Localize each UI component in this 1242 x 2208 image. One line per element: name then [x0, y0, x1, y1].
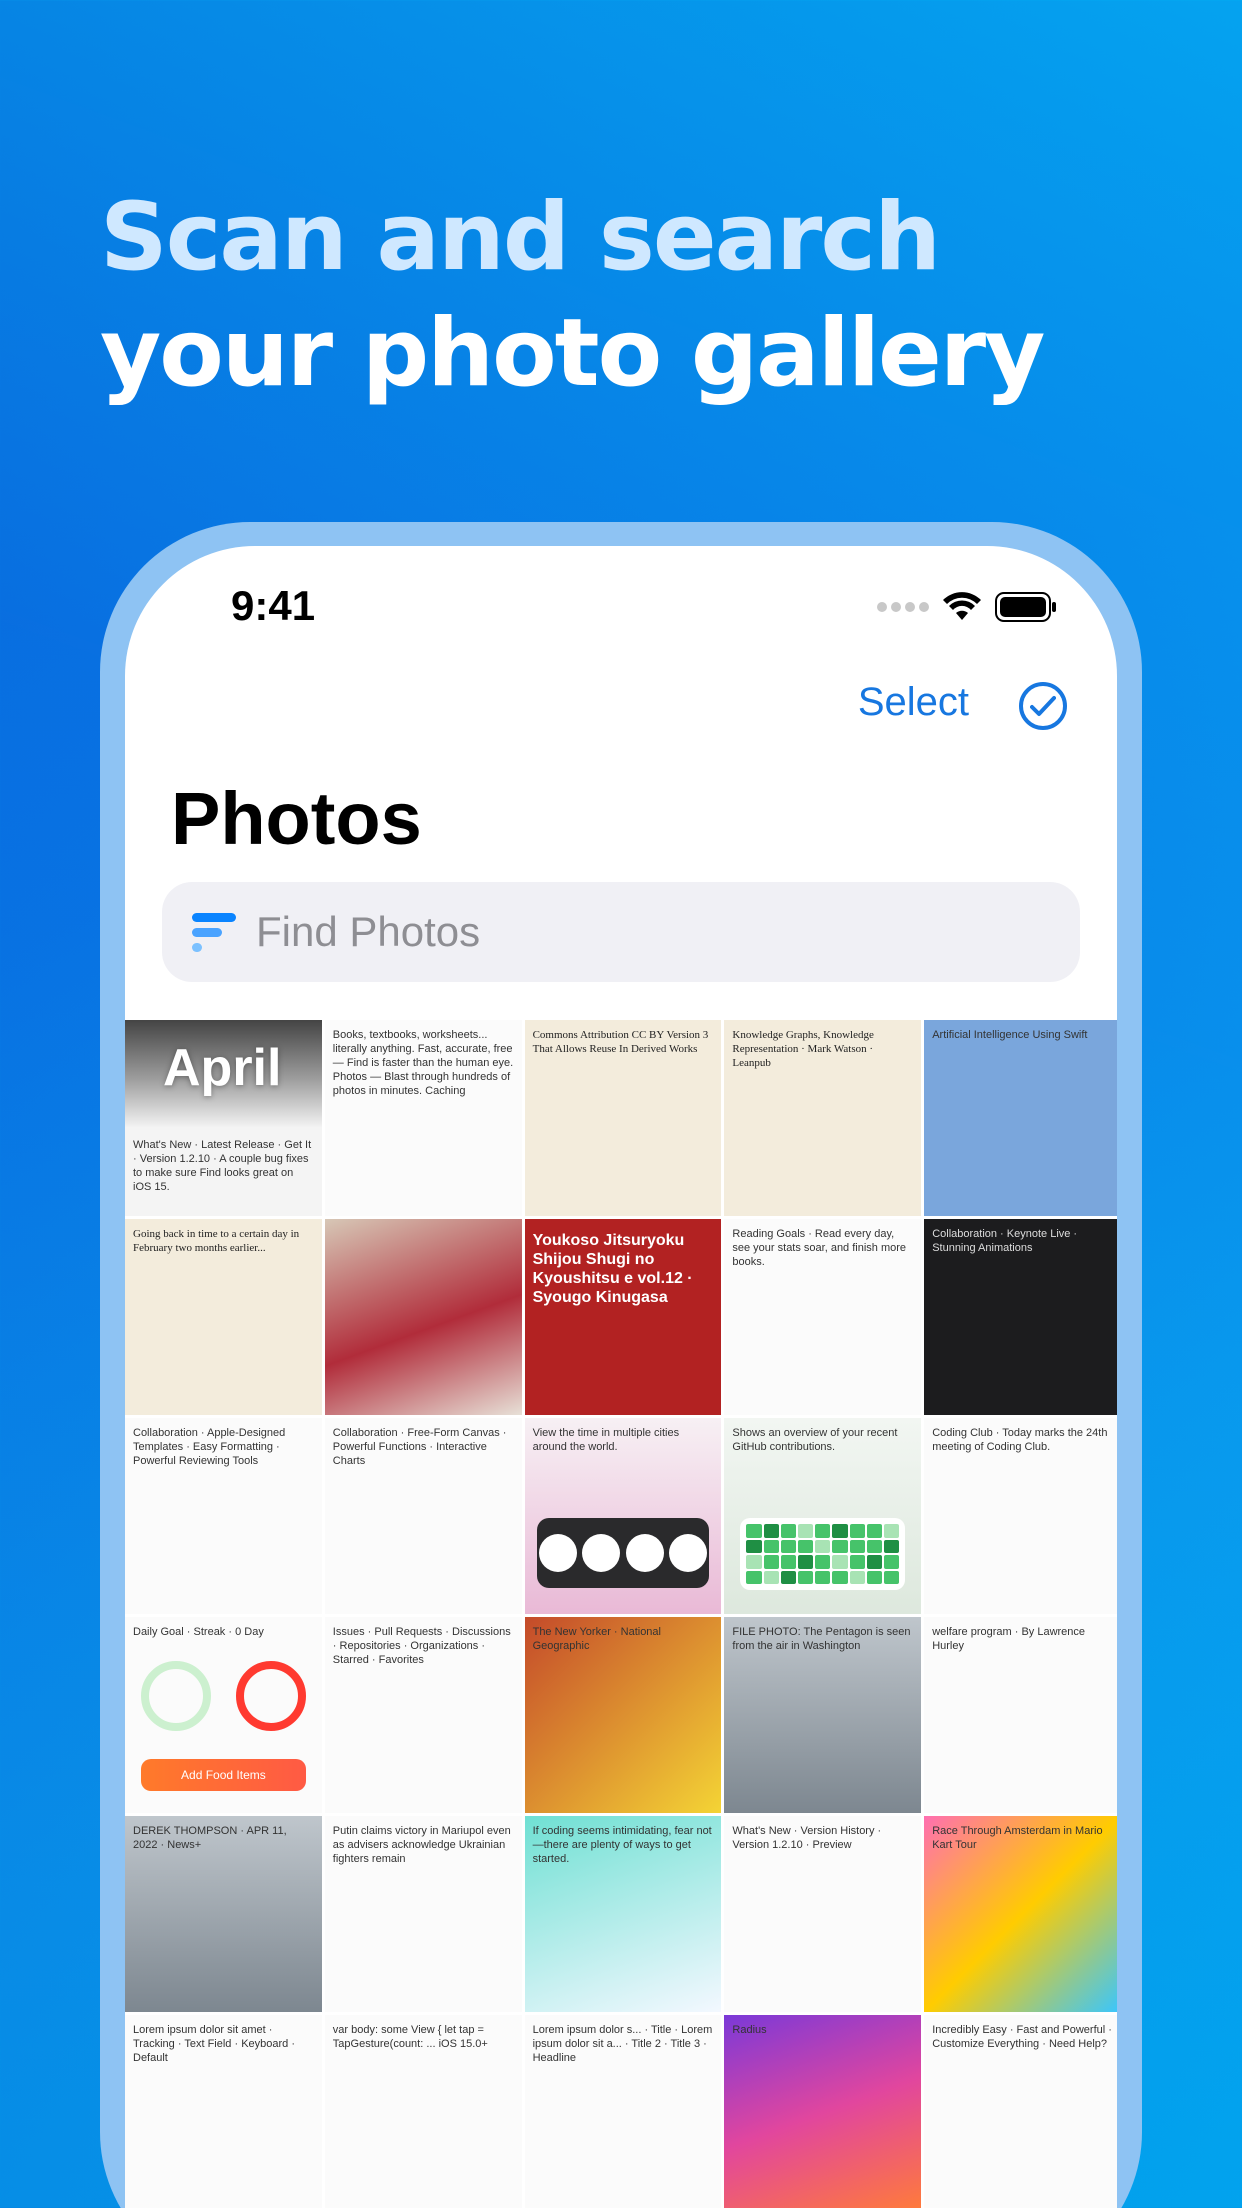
streak-ring	[235, 1661, 306, 1731]
pages-features-tile[interactable]: Collaboration · Apple-Designed Templates…	[125, 1418, 322, 1614]
tile-caption: Issues · Pull Requests · Discussions · R…	[332, 1626, 511, 1666]
welfare-article-tile[interactable]: welfare program · By Lawrence Hurley	[924, 1617, 1117, 1813]
cellular-signal-icon	[877, 602, 929, 612]
tile-caption: Lorem ipsum dolor sit amet · Tracking · …	[133, 2024, 296, 2064]
mario-kart-tile[interactable]: Race Through Amsterdam in Mario Kart Tou…	[924, 1816, 1117, 2012]
tile-caption: What's New · Version History · Version 1…	[732, 1825, 882, 1851]
novel-page-tile[interactable]: Going back in time to a certain day in F…	[125, 1219, 322, 1415]
license-page-tile[interactable]: Commons Attribution CC BY Version 3 That…	[524, 1020, 722, 1216]
daily-goal-ring	[141, 1661, 211, 1731]
keynote-features-tile[interactable]: Collaboration · Keynote Live · Stunning …	[924, 1219, 1117, 1415]
tile-caption: What's New · Latest Release · Get It · V…	[133, 1139, 312, 1193]
list-lorem-tile[interactable]: Lorem ipsum dolor s... · Title · Lorem i…	[524, 2015, 722, 2208]
messages-tile[interactable]: Coding Club · Today marks the 24th meeti…	[924, 1418, 1117, 1614]
apple-news-tile[interactable]: DEREK THOMPSON · APR 11, 2022 · News+	[125, 1816, 322, 2012]
tile-caption: Commons Attribution CC BY Version 3 That…	[532, 1029, 709, 1055]
tile-caption: Youkoso Jitsuryoku Shijou Shugi no Kyous…	[532, 1232, 693, 1306]
add-food-items-button: Add Food Items	[141, 1759, 306, 1791]
tile-caption: Collaboration · Keynote Live · Stunning …	[932, 1228, 1078, 1254]
checkmark-circle-icon[interactable]	[1019, 682, 1067, 730]
tile-caption: Putin claims victory in Mariupol even as…	[332, 1825, 511, 1865]
tile-caption: Collaboration · Free-Form Canvas · Power…	[332, 1427, 507, 1467]
status-time: 9:41	[231, 582, 316, 629]
headline: Scan and search your photo gallery	[100, 180, 1045, 412]
tile-caption: Knowledge Graphs, Knowledge Representati…	[732, 1029, 874, 1069]
tile-caption: FILE PHOTO: The Pentagon is seen from th…	[732, 1626, 911, 1652]
tile-caption: If coding seems intimidating, fear not—t…	[532, 1825, 712, 1865]
headline-line-1: Scan and search	[100, 183, 941, 292]
magazines-tile[interactable]: The New Yorker · National Geographic	[524, 1617, 722, 1813]
news-photo-tile[interactable]: FILE PHOTO: The Pentagon is seen from th…	[724, 1617, 922, 1813]
whats-new-tile[interactable]: April What's New · Latest Release · Get I…	[125, 1020, 322, 1216]
month-section-label: April	[163, 1039, 282, 1097]
search-field[interactable]: Find Photos	[162, 882, 1080, 982]
page-title: Photos	[171, 777, 422, 860]
settings-tracking-tile[interactable]: Lorem ipsum dolor sit amet · Tracking · …	[125, 2015, 322, 2208]
wallpaper-tile[interactable]: Radius	[724, 2015, 922, 2208]
anime-cover-tile[interactable]	[324, 1219, 522, 1415]
select-button[interactable]: Select	[858, 680, 969, 725]
wapo-article-tile[interactable]: Putin claims victory in Mariupol even as…	[324, 1816, 522, 2012]
tile-caption: Incredibly Easy · Fast and Powerful · Cu…	[932, 2024, 1112, 2050]
reading-goals-tile[interactable]: Reading Goals · Read every day, see your…	[724, 1219, 922, 1415]
tile-caption: Books, textbooks, worksheets... literall…	[332, 1029, 514, 1097]
contribution-grid	[740, 1518, 906, 1590]
tile-caption: DEREK THOMPSON · APR 11, 2022 · News+	[133, 1825, 287, 1851]
tile-caption: Daily Goal · Streak · 0 Day	[133, 1626, 264, 1638]
tile-caption: Coding Club · Today marks the 24th meeti…	[932, 1427, 1108, 1453]
github-menu-tile[interactable]: Issues · Pull Requests · Discussions · R…	[324, 1617, 522, 1813]
swift-code-tile[interactable]: var body: some View { let tap = TapGestu…	[324, 2015, 522, 2208]
tile-caption: Lorem ipsum dolor s... · Title · Lorem i…	[532, 2024, 713, 2064]
popovers-tile[interactable]: Incredibly Easy · Fast and Powerful · Cu…	[924, 2015, 1117, 2208]
battery-icon	[995, 592, 1057, 622]
headline-line-2: your photo gallery	[100, 299, 1045, 408]
phone-screen: 9:41 Select Photos Find Photos April Wha…	[125, 546, 1117, 2208]
book-cover-ai-tile[interactable]: Artificial Intelligence Using Swift	[924, 1020, 1117, 1216]
tile-caption: View the time in multiple cities around …	[532, 1427, 680, 1453]
book-title-page-tile[interactable]: Knowledge Graphs, Knowledge Representati…	[724, 1020, 922, 1216]
tile-caption: Shows an overview of your recent GitHub …	[732, 1427, 898, 1453]
tile-caption: var body: some View { let tap = TapGestu…	[332, 2024, 488, 2050]
robots-article-tile[interactable]: If coding seems intimidating, fear not—t…	[524, 1816, 722, 2012]
status-icons	[877, 592, 1057, 622]
github-widget-tile[interactable]: Shows an overview of your recent GitHub …	[724, 1418, 922, 1614]
tile-caption: Radius	[732, 2024, 767, 2036]
daily-goal-tile[interactable]: Add Food Items Daily Goal · Streak · 0 Da…	[125, 1617, 322, 1813]
numbers-features-tile[interactable]: Collaboration · Free-Form Canvas · Power…	[324, 1418, 522, 1614]
photo-grid: April What's New · Latest Release · Get I…	[125, 1020, 1117, 2208]
tile-caption: Reading Goals · Read every day, see your…	[732, 1228, 907, 1268]
tile-caption: Collaboration · Apple-Designed Templates…	[133, 1427, 286, 1467]
tile-caption: Going back in time to a certain day in F…	[133, 1228, 300, 1254]
tile-caption: welfare program · By Lawrence Hurley	[932, 1626, 1086, 1652]
world-clock-widget	[536, 1518, 710, 1588]
wifi-icon	[943, 592, 981, 622]
search-placeholder: Find Photos	[256, 908, 481, 955]
tile-caption: Race Through Amsterdam in Mario Kart Tou…	[932, 1825, 1103, 1851]
features-list-tile[interactable]: Books, textbooks, worksheets... literall…	[324, 1020, 522, 1216]
tile-caption: The New Yorker · National Geographic	[532, 1626, 661, 1652]
world-clock-tile[interactable]: View the time in multiple cities around …	[524, 1418, 722, 1614]
app-store-tile[interactable]: What's New · Version History · Version 1…	[724, 1816, 922, 2012]
novel-cover-tile[interactable]: Youkoso Jitsuryoku Shijou Shugi no Kyous…	[524, 1219, 722, 1415]
tile-caption: Artificial Intelligence Using Swift	[932, 1029, 1088, 1041]
find-logo-icon	[192, 909, 238, 955]
